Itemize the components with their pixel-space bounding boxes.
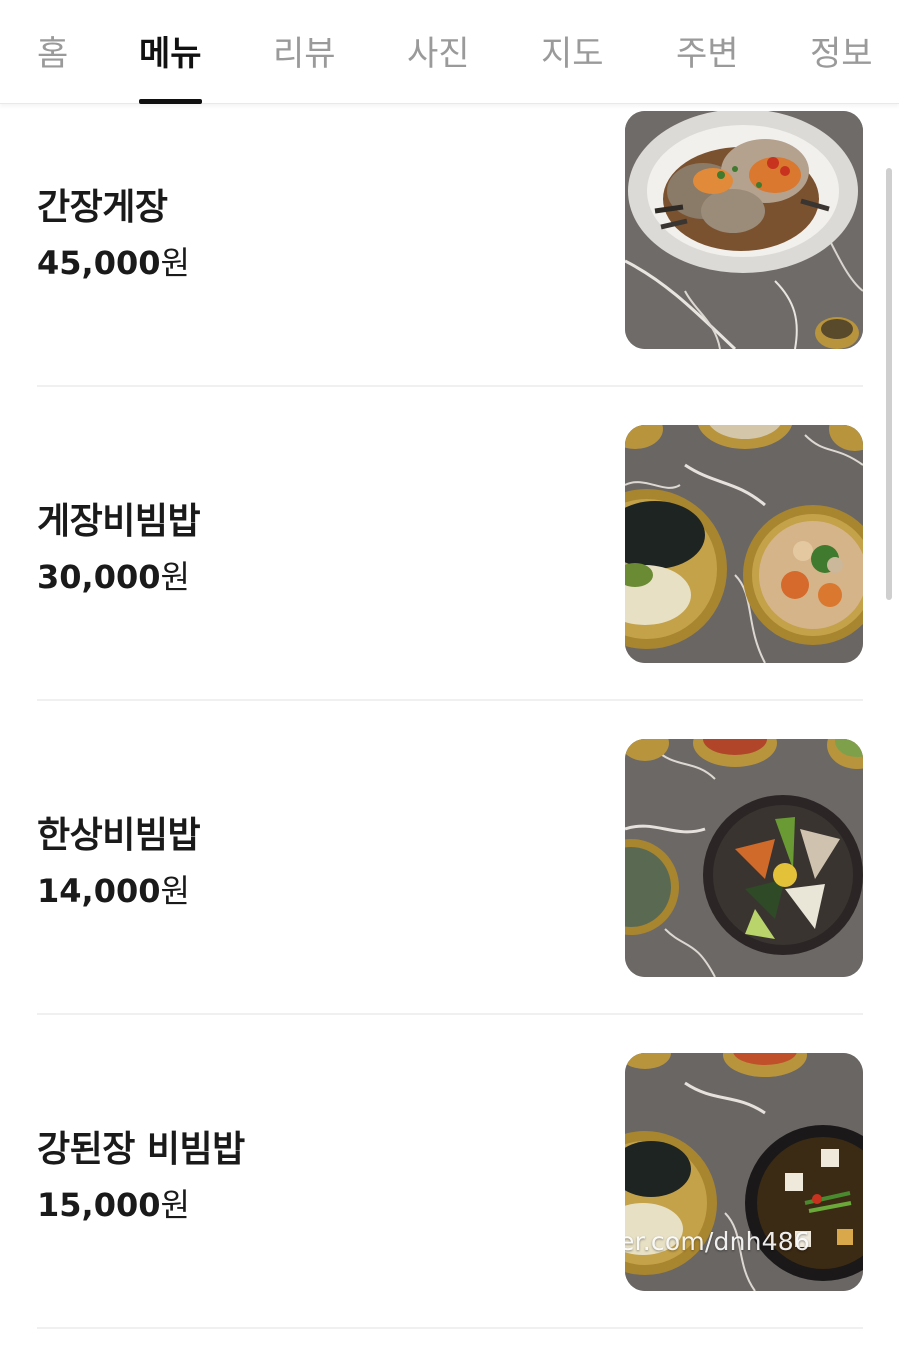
tab-label: 주변	[676, 34, 739, 74]
price-unit: 원	[160, 872, 190, 910]
menu-item[interactable]: 한상비빔밥 14,000원	[37, 702, 863, 1015]
menu-item-name: 게장비빔밥	[37, 501, 201, 542]
price-value: 45,000	[37, 244, 161, 282]
tab-label: 사진	[407, 34, 470, 74]
active-tab-indicator	[139, 99, 202, 104]
menu-item-price: 30,000원	[37, 552, 190, 598]
price-unit: 원	[160, 558, 190, 596]
tab-home[interactable]: 홈	[37, 26, 68, 104]
tab-menu[interactable]: 메뉴	[139, 26, 202, 104]
menu-item-photo[interactable]	[625, 739, 863, 977]
menu-item-photo[interactable]	[625, 425, 863, 663]
tab-photos[interactable]: 사진	[407, 26, 470, 104]
tab-reviews[interactable]: 리뷰	[273, 26, 336, 104]
menu-item-name: 간장게장	[37, 187, 168, 228]
menu-page: 홈 메뉴 리뷰 사진 지도 주변 정보 간장게장 45,000원 게장비빔밥 3…	[0, 0, 899, 1345]
price-value: 30,000	[37, 558, 161, 596]
scrollbar[interactable]	[886, 168, 892, 600]
price-unit: 원	[160, 1186, 190, 1224]
price-value: 14,000	[37, 872, 161, 910]
tab-nearby[interactable]: 주변	[676, 26, 739, 104]
price-unit: 원	[160, 244, 190, 282]
menu-item-photo[interactable]: er.com/dnh486	[625, 1053, 863, 1291]
watermark: er.com/dnh486	[625, 1227, 811, 1256]
menu-item-photo[interactable]	[625, 111, 863, 349]
tab-label: 정보	[810, 34, 873, 74]
tab-map[interactable]: 지도	[541, 26, 604, 104]
price-value: 15,000	[37, 1186, 161, 1224]
menu-item[interactable]: 강된장 비빔밥 15,000원 er.com/dnh486	[37, 1016, 863, 1329]
tab-label: 메뉴	[139, 34, 202, 74]
menu-item-price: 15,000원	[37, 1180, 190, 1226]
menu-item-name: 한상비빔밥	[37, 815, 201, 856]
tab-label: 홈	[37, 34, 69, 74]
menu-item-name: 강된장 비빔밥	[37, 1129, 245, 1170]
menu-item-price: 14,000원	[37, 866, 190, 912]
menu-item-price: 45,000원	[37, 238, 190, 284]
tab-bar: 홈 메뉴 리뷰 사진 지도 주변 정보	[0, 0, 899, 104]
menu-item[interactable]: 게장비빔밥 30,000원	[37, 388, 863, 701]
menu-item[interactable]: 간장게장 45,000원	[37, 104, 863, 387]
table-bibimbap-photo	[625, 739, 863, 977]
tab-label: 지도	[541, 34, 604, 74]
marinated-crab-photo	[625, 111, 863, 349]
tab-label: 리뷰	[273, 34, 336, 74]
crab-bibimbap-photo	[625, 425, 863, 663]
tab-info[interactable]: 정보	[810, 26, 873, 104]
